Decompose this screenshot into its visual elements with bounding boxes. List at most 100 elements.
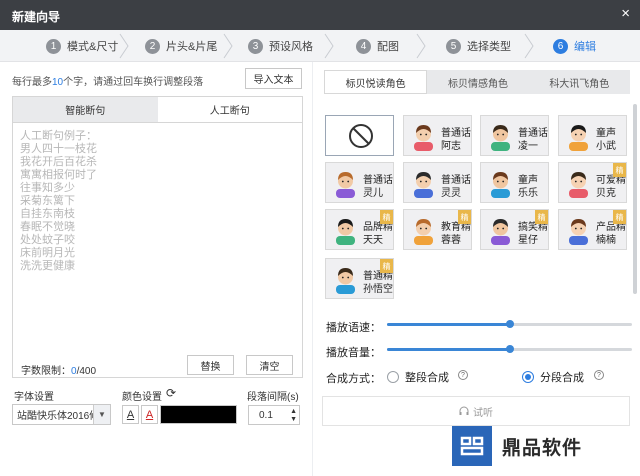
voice-name: 孙悟空 [363,284,393,295]
premium-badge: 精 [380,259,393,273]
voice-card[interactable] [325,115,394,156]
avatar-icon [491,172,510,198]
step-label: 预设风格 [269,41,313,53]
stroke-color-icon[interactable]: A [141,405,158,424]
avatar-icon [569,219,588,245]
volume-slider[interactable] [387,345,632,353]
clear-button[interactable]: 清空 [246,355,293,375]
voice-card[interactable]: 童声 乐乐 [480,162,549,203]
voice-card[interactable]: 可爱精 贝克精 [558,162,627,203]
color-swatch[interactable] [160,405,237,424]
word-limit: 字数限制：0/400 [21,362,96,377]
speed-label: 播放语速： [326,322,381,334]
speed-fill [387,323,510,326]
font-select[interactable]: 站酷快乐体2016修 ▼ [12,404,111,425]
listen-button[interactable]: 试听 [322,396,630,426]
tab-manual-split[interactable]: 人工断句 [157,97,302,122]
tab-smart-split[interactable]: 智能断句 [13,97,158,122]
step-number: 4 [356,38,371,54]
step-label: 片头&片尾 [166,41,218,53]
voice-card[interactable]: 普通话 灵儿 [325,162,394,203]
close-icon[interactable]: × [621,5,630,22]
radio-circle [522,371,534,383]
font-label: 字体设置 [14,392,54,403]
speed-handle[interactable] [505,320,514,328]
watermark-logo-icon [452,426,492,466]
step-intro-outro[interactable]: 2 片头&片尾 [145,30,217,62]
role-tabs: 标贝悦读角色 标贝情感角色 科大讯飞角色 [324,70,630,94]
volume-fill [387,348,510,351]
radio-label: 分段合成 [540,372,584,384]
premium-badge: 精 [380,210,393,224]
step-select-type[interactable]: 5 选择类型 [446,30,511,62]
hint-prefix: 每行最多 [12,77,52,88]
step-label: 模式&尺寸 [67,41,119,53]
voice-card[interactable]: 品牌精 天天精 [325,209,394,250]
spacing-input[interactable]: 0.1 ▲ ▼ [248,405,300,425]
speed-slider[interactable] [387,320,632,328]
text-color-icon[interactable]: A [122,405,139,424]
voice-name: 小武 [596,141,616,152]
spacing-label: 段落间隔(s) [247,392,299,403]
step-label: 选择类型 [467,41,511,53]
avatar-icon [414,172,433,198]
color-label: 颜色设置 [122,392,162,403]
title-bar: 新建向导 × [0,0,640,30]
tab-biaobei-emotion[interactable]: 标贝情感角色 [427,70,528,94]
spinner-icon[interactable]: ▲ ▼ [290,408,297,424]
hint-suffix: 个字，请通过回车换行调整段落 [63,77,204,88]
scrollbar[interactable] [633,104,637,294]
step-mode-size[interactable]: 1 模式&尺寸 [46,30,118,62]
spacing-value: 0.1 [259,409,273,421]
word-limit-max: /400 [76,366,97,377]
import-text-button[interactable]: 导入文本 [245,68,302,89]
listen-label: 试听 [473,407,493,419]
step-number: 5 [446,38,461,54]
word-limit-label: 字数限制： [21,366,71,377]
voice-card[interactable]: 搞笑精 星仔精 [480,209,549,250]
voice-card[interactable]: 普通话 凌一 [480,115,549,156]
step-label: 配图 [377,41,399,53]
voice-name: 蓉蓉 [441,235,461,246]
step-images[interactable]: 4 配图 [356,30,399,62]
voice-card[interactable]: 教育精 蓉蓉精 [403,209,472,250]
voice-card[interactable]: 产品精 楠楠精 [558,209,627,250]
voice-name: 天天 [363,235,383,246]
hint-count: 10 [52,77,64,88]
refresh-icon[interactable]: ⟳ [166,386,176,400]
replace-button[interactable]: 替换 [187,355,234,375]
avatar-icon [414,125,433,151]
help-icon[interactable]: ? [458,370,468,380]
volume-label: 播放音量： [326,347,381,359]
radio-whole[interactable]: 整段合成 [387,369,449,385]
headphones-icon [459,406,469,415]
editor-tabs: 智能断句 人工断句 [13,97,302,123]
help-icon[interactable]: ? [594,370,604,380]
chevron-down-icon[interactable]: ▼ [93,405,110,424]
step-label: 编辑 [574,41,596,53]
voice-card[interactable]: 普通话 阿志 [403,115,472,156]
voice-card[interactable]: 普通话 灵灵 [403,162,472,203]
avatar-icon [491,125,510,151]
tab-biaobei-reading[interactable]: 标贝悦读角色 [324,70,428,94]
voice-card[interactable]: 童声 小武 [558,115,627,156]
voice-name: 星仔 [518,235,538,246]
wizard-steps: 1 模式&尺寸 2 片头&片尾 3 预设风格 4 配图 5 选择类型 6 编辑 [0,30,640,62]
voice-name: 灵儿 [363,188,383,199]
watermark: 鼎品软件 [452,426,582,466]
volume-handle[interactable] [505,345,514,353]
avatar-icon [336,172,355,198]
step-number: 3 [248,38,263,54]
step-preset-style[interactable]: 3 预设风格 [248,30,313,62]
voice-name: 阿志 [441,141,461,152]
text-input[interactable]: 人工断句例子： 男人四十一枝花 我花开后百花杀 寓寓相报何时了 往事知多少 采菊… [20,129,97,272]
radio-segment[interactable]: 分段合成 [522,369,584,385]
step-number: 1 [46,38,61,54]
tab-iflytek[interactable]: 科大讯飞角色 [529,70,630,94]
mode-label: 合成方式： [326,373,381,385]
step-edit[interactable]: 6 编辑 [553,30,596,62]
avatar-icon [336,219,355,245]
step-number: 6 [553,38,568,54]
premium-badge: 精 [613,163,626,177]
voice-card[interactable]: 普通精 孙悟空精 [325,258,394,299]
